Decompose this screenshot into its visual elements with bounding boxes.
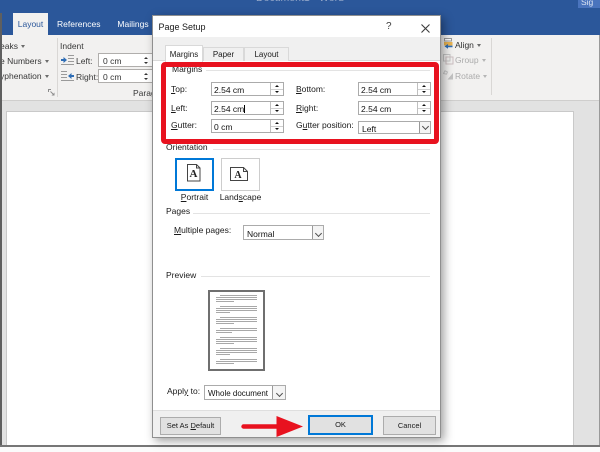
svg-text:A: A (234, 170, 242, 181)
svg-text:A: A (190, 168, 198, 180)
